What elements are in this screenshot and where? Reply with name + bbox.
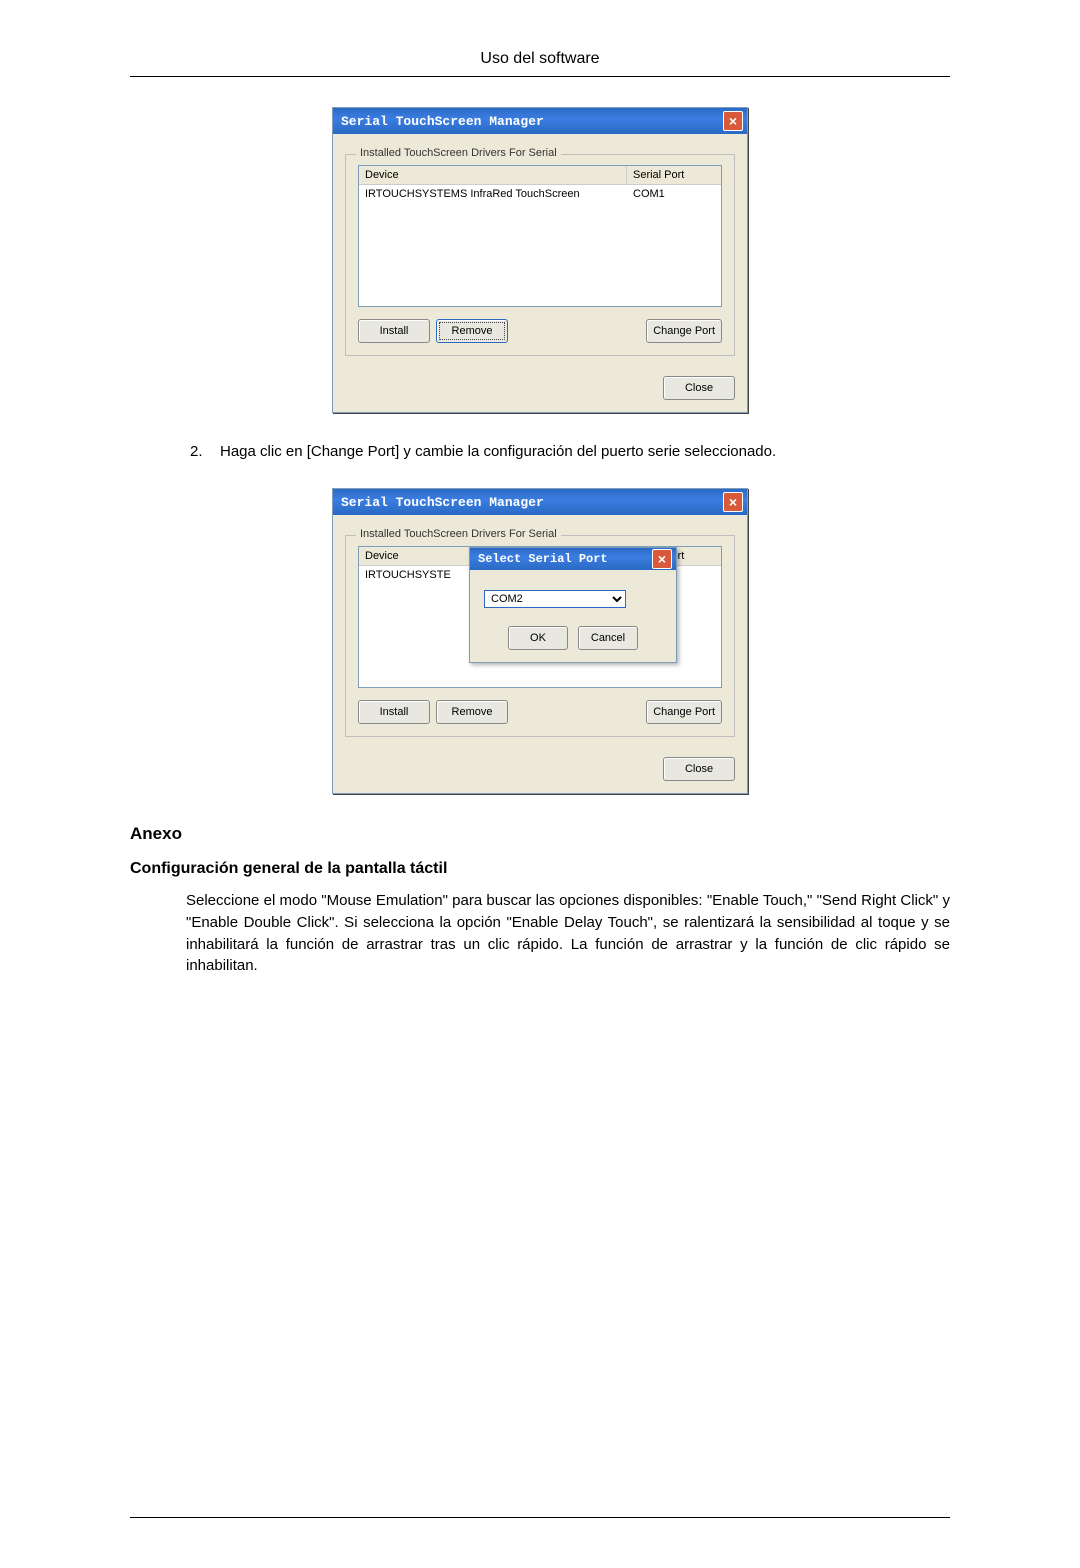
ok-button[interactable]: OK xyxy=(508,626,568,650)
change-port-button[interactable]: Change Port xyxy=(646,700,722,724)
listview-header: Device Serial Port xyxy=(359,166,721,185)
list-item[interactable]: IRTOUCHSYSTEMS InfraRed TouchScreen COM1 xyxy=(359,185,721,203)
row-device: IRTOUCHSYSTEMS InfraRed TouchScreen xyxy=(359,185,627,203)
document-page: Uso del software Serial TouchScreen Mana… xyxy=(0,0,1080,1568)
groupbox-title: Installed TouchScreen Drivers For Serial xyxy=(356,528,561,540)
dialog-titlebar: Serial TouchScreen Manager × xyxy=(333,108,747,134)
remove-button[interactable]: Remove xyxy=(436,700,508,724)
heading-config-general: Configuración general de la pantalla tác… xyxy=(130,860,950,878)
page-title: Uso del software xyxy=(130,50,950,77)
modal-body: COM2 xyxy=(470,570,676,618)
drivers-listview[interactable]: Device Serial Port IRTOUCHSYSTEMS InfraR… xyxy=(358,165,722,307)
row-port: COM1 xyxy=(627,185,721,203)
column-serial-port: Serial Port xyxy=(627,166,721,184)
close-icon[interactable]: × xyxy=(723,492,743,512)
button-row: Install Remove Change Port xyxy=(358,700,722,724)
step-text: Haga clic en [Change Port] y cambie la c… xyxy=(220,443,776,460)
installed-drivers-groupbox: Installed TouchScreen Drivers For Serial… xyxy=(345,154,735,356)
dialog-body: Installed TouchScreen Drivers For Serial… xyxy=(333,134,747,368)
installed-drivers-groupbox: Installed TouchScreen Drivers For Serial… xyxy=(345,535,735,737)
serial-touchscreen-manager-dialog-2: Serial TouchScreen Manager × Installed T… xyxy=(332,488,748,794)
cancel-button[interactable]: Cancel xyxy=(578,626,638,650)
footer-rule xyxy=(130,1517,950,1518)
close-button[interactable]: Close xyxy=(663,757,735,781)
button-row: Install Remove Change Port xyxy=(358,319,722,343)
body-paragraph: Seleccione el modo "Mouse Emulation" par… xyxy=(186,890,950,977)
modal-title: Select Serial Port xyxy=(478,552,608,566)
dialog-body: Installed TouchScreen Drivers For Serial… xyxy=(333,515,747,749)
instruction-step: 2. Haga clic en [Change Port] y cambie l… xyxy=(190,443,950,460)
heading-anexo: Anexo xyxy=(130,824,950,844)
dialog-footer: Close xyxy=(333,368,747,412)
close-button[interactable]: Close xyxy=(663,376,735,400)
groupbox-title: Installed TouchScreen Drivers For Serial xyxy=(356,147,561,159)
serial-port-select[interactable]: COM2 xyxy=(484,590,626,608)
close-icon[interactable]: × xyxy=(652,549,672,569)
install-button[interactable]: Install xyxy=(358,700,430,724)
serial-touchscreen-manager-dialog: Serial TouchScreen Manager × Installed T… xyxy=(332,107,748,413)
dialog-titlebar: Serial TouchScreen Manager × xyxy=(333,489,747,515)
modal-button-row: OK Cancel xyxy=(470,618,676,662)
step-number: 2. xyxy=(190,443,220,460)
install-button[interactable]: Install xyxy=(358,319,430,343)
remove-button[interactable]: Remove xyxy=(436,319,508,343)
column-device: Device xyxy=(359,166,627,184)
dialog-footer: Close xyxy=(333,749,747,793)
modal-titlebar: Select Serial Port × xyxy=(470,548,676,570)
drivers-listview[interactable]: Device Serial Port IRTOUCHSYSTE COM1 Sel… xyxy=(358,546,722,688)
dialog-title: Serial TouchScreen Manager xyxy=(341,114,544,129)
dialog-title: Serial TouchScreen Manager xyxy=(341,495,544,510)
close-icon[interactable]: × xyxy=(723,111,743,131)
change-port-button[interactable]: Change Port xyxy=(646,319,722,343)
select-serial-port-dialog: Select Serial Port × COM2 OK Cancel xyxy=(469,547,677,663)
